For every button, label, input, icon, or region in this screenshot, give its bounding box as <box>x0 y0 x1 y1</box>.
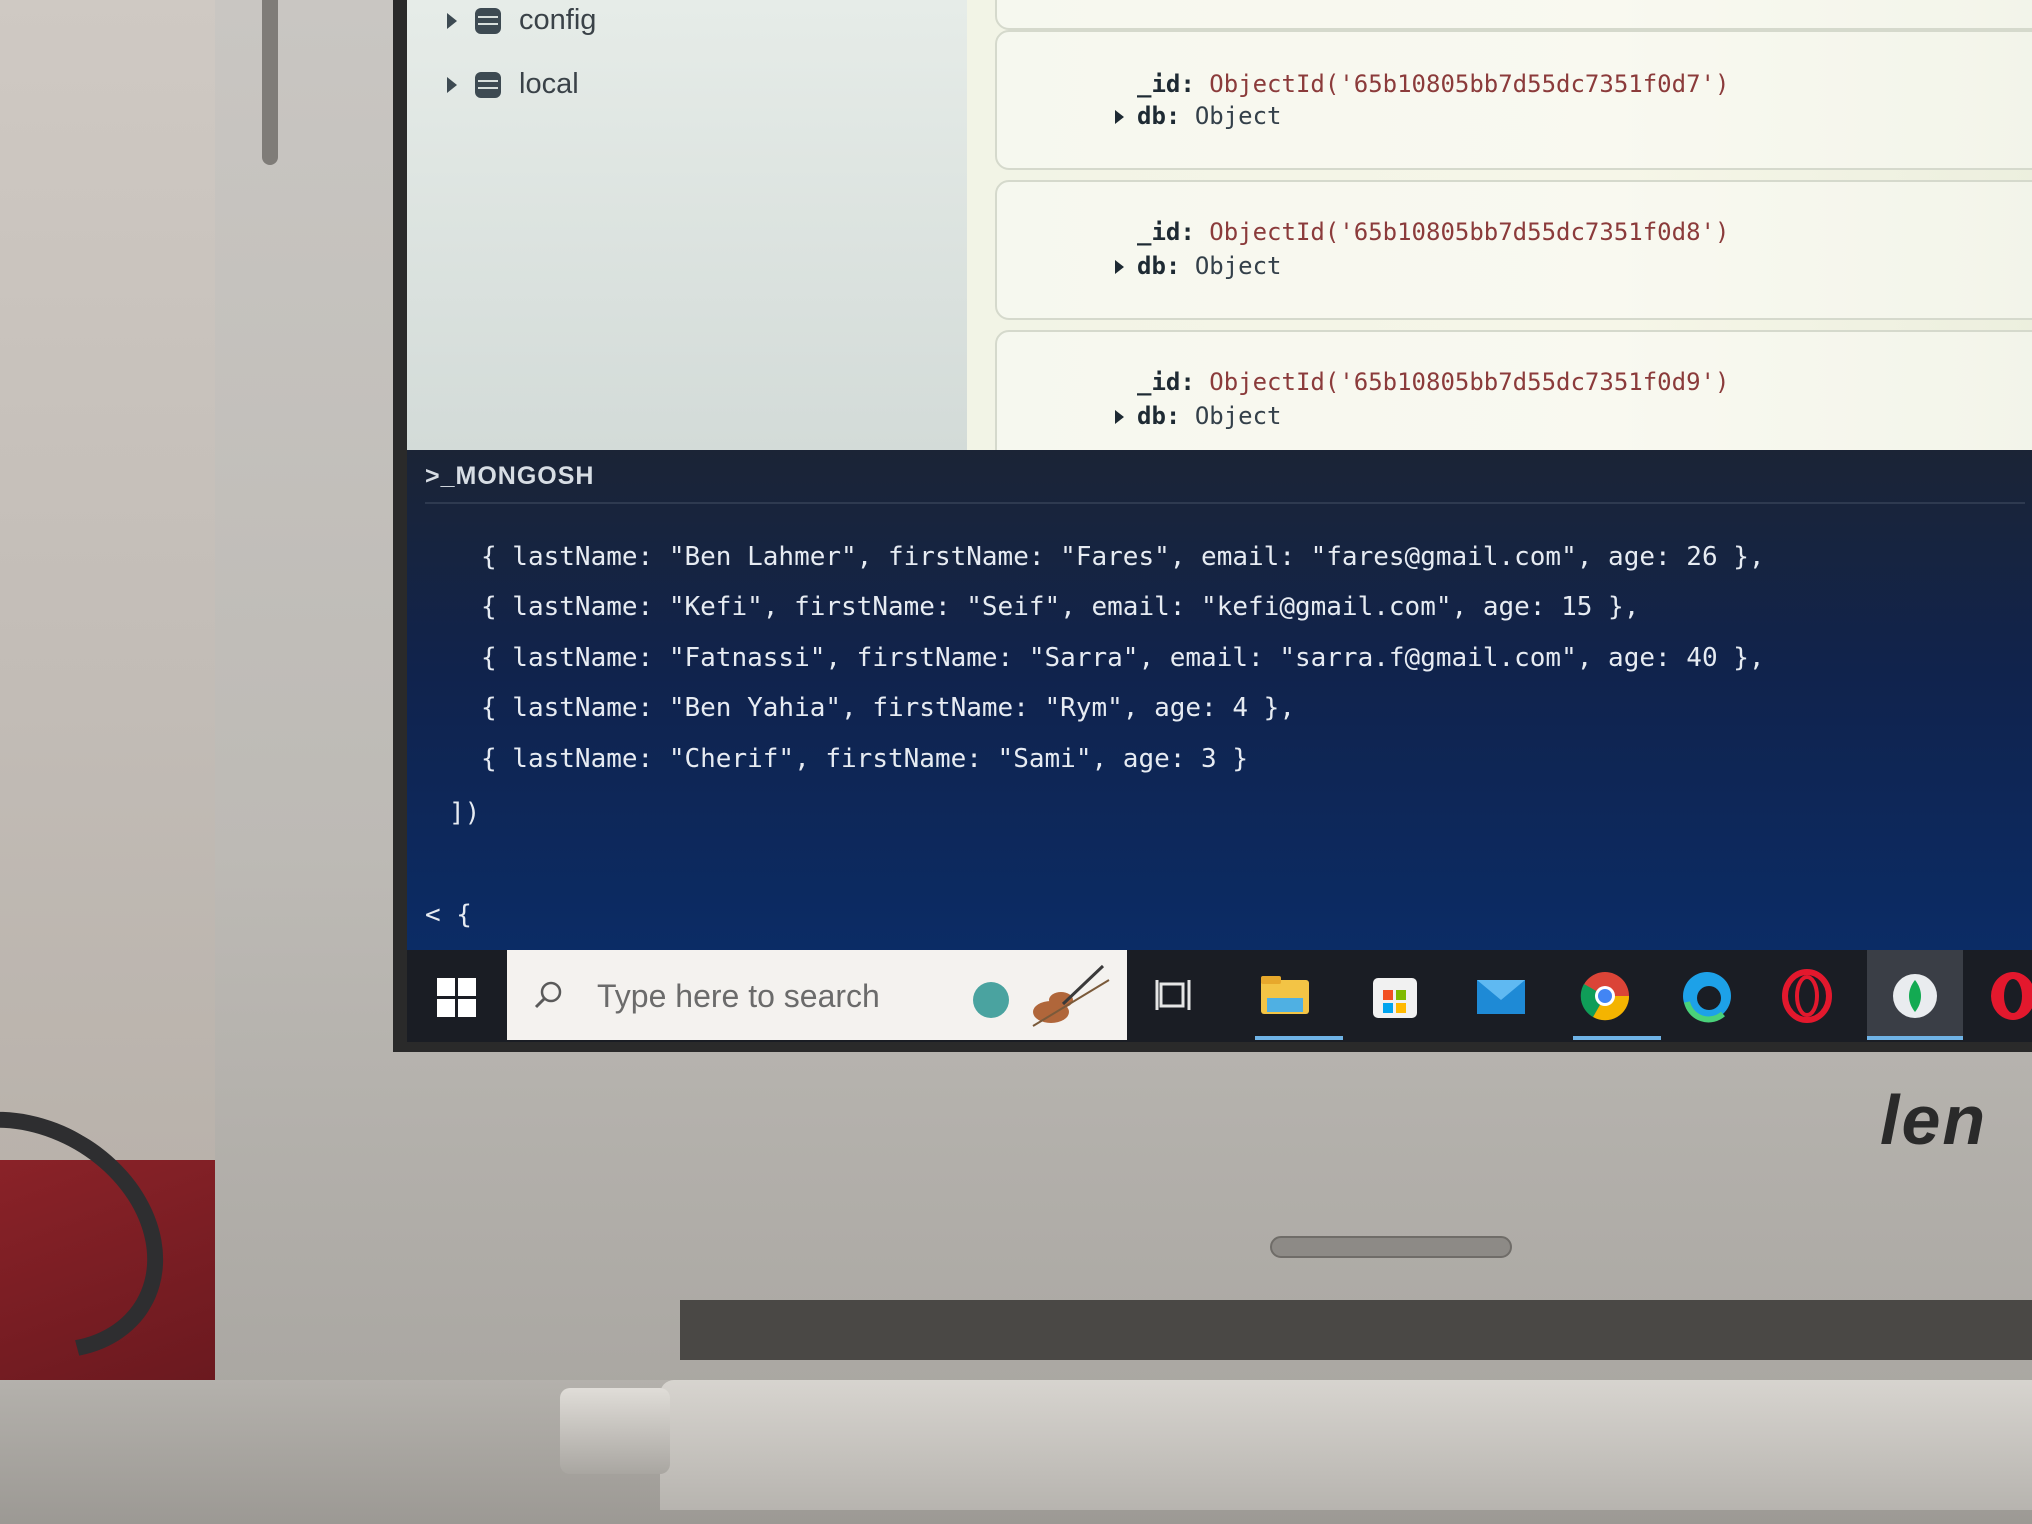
field-key: db: <box>1137 252 1181 280</box>
opera-gx-icon[interactable] <box>1985 968 2032 1024</box>
chrome-icon[interactable] <box>1577 968 1633 1024</box>
laptop-base-lip <box>660 1380 2032 1510</box>
document-field-line: db: Object <box>1137 402 1282 430</box>
opera-icon[interactable] <box>1779 968 1835 1024</box>
laptop-brand-logo: len <box>1880 1081 1988 1159</box>
start-windows-icon[interactable] <box>437 978 477 1018</box>
laptop-hinge-slot <box>1270 1236 1512 1258</box>
expand-caret-icon[interactable] <box>1115 110 1124 124</box>
expand-caret-icon[interactable] <box>1115 260 1124 274</box>
database-icon <box>475 7 501 34</box>
document-id-line: _id: ObjectId('65b10805bb7d55dc7351f0d8'… <box>1137 218 1729 246</box>
shell-code-line: { lastName: "Ben Lahmer", firstName: "Fa… <box>481 542 1765 572</box>
windows-taskbar: Type here to search <box>407 950 2032 1042</box>
laptop-latch <box>560 1388 670 1474</box>
database-name: local <box>519 68 579 100</box>
field-key: _id: <box>1137 70 1195 98</box>
expand-caret-icon[interactable] <box>447 76 457 93</box>
document-field-line: db: Object <box>1137 252 1282 280</box>
taskbar-search-box[interactable]: Type here to search <box>507 950 1127 1040</box>
active-app-indicator <box>1573 1036 1661 1040</box>
database-name: config <box>519 4 597 36</box>
field-key: _id: <box>1137 218 1195 246</box>
field-value: ObjectId('65b10805bb7d55dc7351f0d8') <box>1209 218 1730 246</box>
shell-divider <box>425 502 2025 504</box>
document-id-line: _id: ObjectId('65b10805bb7d55dc7351f0d9'… <box>1137 368 1729 396</box>
field-value: ObjectId('65b10805bb7d55dc7351f0d9') <box>1209 368 1730 396</box>
task-view-icon[interactable] <box>1147 968 1203 1024</box>
file-explorer-icon[interactable] <box>1257 968 1313 1024</box>
microsoft-store-icon[interactable] <box>1367 968 1423 1024</box>
search-highlight-illustration-icon <box>973 964 1110 1027</box>
search-placeholder: Type here to search <box>597 978 880 1014</box>
laptop-screen: config local _id: ObjectId('65b10805bb7d… <box>393 0 2032 1052</box>
shell-code-line: { lastName: "Kefi", firstName: "Seif", e… <box>481 592 1640 622</box>
search-icon <box>534 981 562 1009</box>
shell-code-line: { lastName: "Cherif", firstName: "Sami",… <box>481 744 1249 774</box>
background-wall <box>0 0 230 1165</box>
mongodb-compass-icon[interactable] <box>1887 968 1943 1024</box>
document-card[interactable]: _id: ObjectId('65b10805bb7d55dc7351f0d8'… <box>995 180 2032 320</box>
field-key: db: <box>1137 102 1181 130</box>
shell-code-line: ]) <box>449 798 481 828</box>
active-app-indicator <box>1867 1036 1963 1040</box>
document-id-line: _id: ObjectId('65b10805bb7d55dc7351f0d7'… <box>1137 70 1729 98</box>
field-value: Object <box>1194 252 1282 280</box>
expand-caret-icon[interactable] <box>447 12 457 29</box>
database-sidebar: config local <box>407 0 967 450</box>
laptop-bezel-edge <box>262 0 278 165</box>
edge-icon[interactable] <box>1679 968 1735 1024</box>
laptop-hinge <box>680 1300 2032 1360</box>
database-icon <box>475 71 501 98</box>
mongosh-shell[interactable]: >_MONGOSH { lastName: "Ben Lahmer", firs… <box>407 450 2032 955</box>
document-card[interactable] <box>995 0 2032 30</box>
documents-list: _id: ObjectId('65b10805bb7d55dc7351f0d7'… <box>967 0 2032 470</box>
active-app-indicator <box>1255 1036 1343 1040</box>
shell-output-line: < { <box>425 900 472 930</box>
document-card[interactable]: _id: ObjectId('65b10805bb7d55dc7351f0d7'… <box>995 30 2032 170</box>
sidebar-item-local[interactable]: local <box>447 68 579 101</box>
shell-code-line: { lastName: "Fatnassi", firstName: "Sarr… <box>481 643 1765 673</box>
mail-icon[interactable] <box>1473 968 1529 1024</box>
document-card[interactable]: _id: ObjectId('65b10805bb7d55dc7351f0d9'… <box>995 330 2032 470</box>
shell-title[interactable]: >_MONGOSH <box>425 462 594 491</box>
shell-code-line: { lastName: "Ben Yahia", firstName: "Rym… <box>481 693 1295 723</box>
expand-caret-icon[interactable] <box>1115 410 1124 424</box>
document-field-line: db: Object <box>1137 102 1282 130</box>
field-value: Object <box>1194 102 1282 130</box>
field-key: db: <box>1137 402 1181 430</box>
field-key: _id: <box>1137 368 1195 396</box>
sidebar-item-config[interactable]: config <box>447 4 596 37</box>
field-value: Object <box>1194 402 1282 430</box>
field-value: ObjectId('65b10805bb7d55dc7351f0d7') <box>1209 70 1730 98</box>
